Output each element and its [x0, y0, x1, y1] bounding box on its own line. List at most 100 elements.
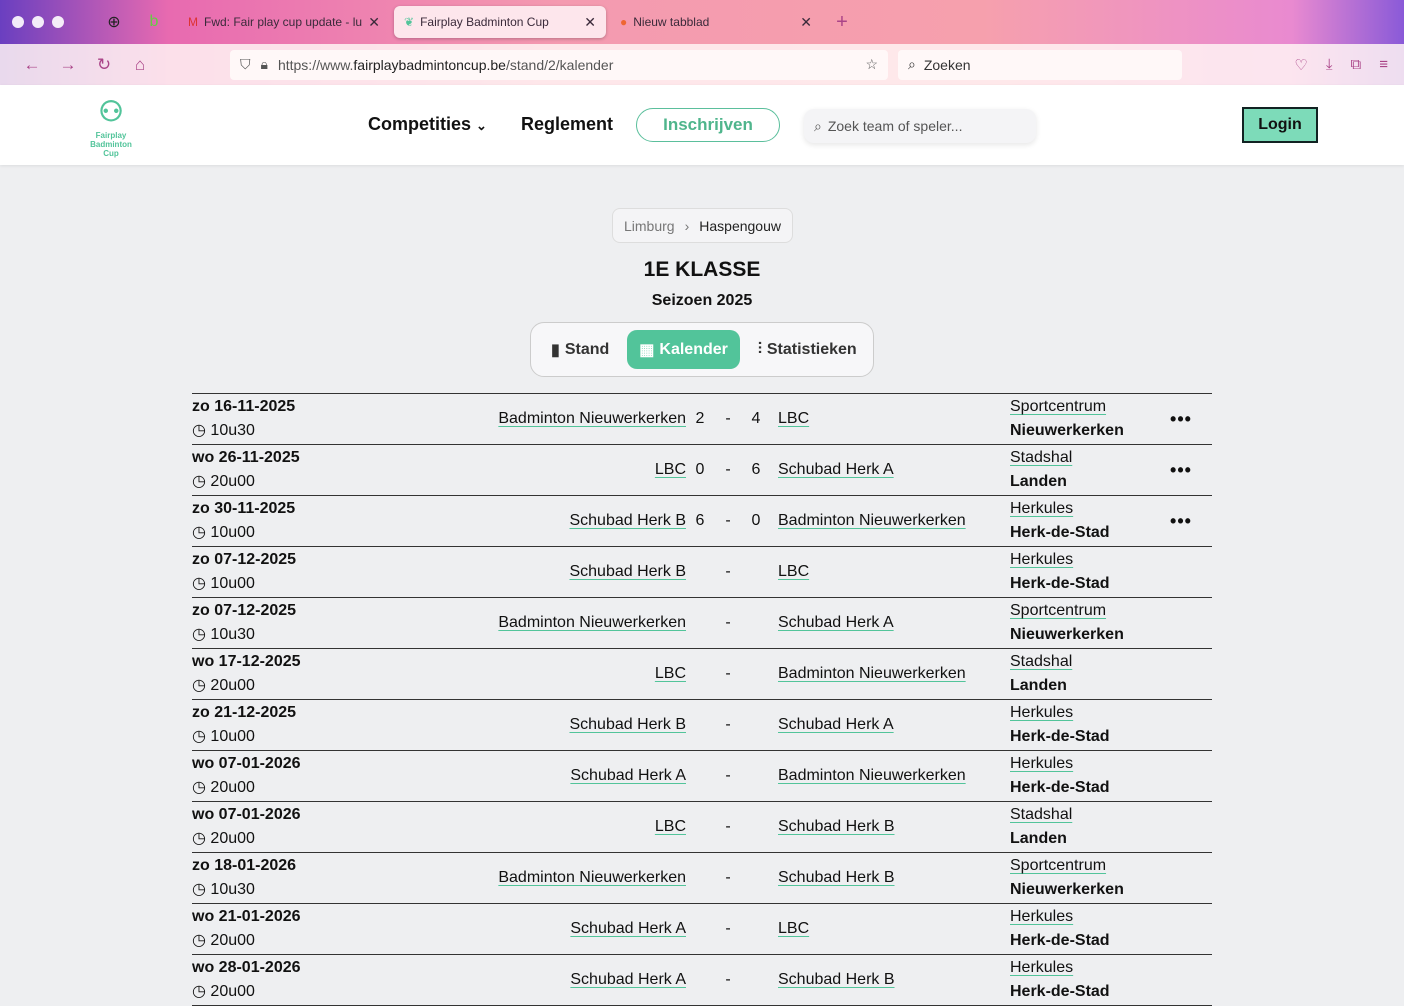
away-team-link[interactable]: Badminton Nieuwerkerken [778, 512, 966, 529]
menu-reglement[interactable]: Reglement [521, 114, 613, 135]
match-row: wo 26-11-2025 ◷ 20u00 LBC 0 - 6 Schubad H… [192, 444, 1212, 496]
match-time: 20u00 [210, 932, 255, 949]
home-icon[interactable]: ⌂ [122, 55, 158, 75]
url-bar[interactable]: ⛉ 🔒︎ https://www.fairplaybadmintoncup.be/s… [230, 49, 888, 80]
away-team-link[interactable]: Schubad Herk A [778, 716, 894, 733]
away-team-link[interactable]: Badminton Nieuwerkerken [778, 767, 966, 784]
more-options-icon[interactable]: ••• [1150, 496, 1212, 547]
venue-link[interactable]: Herkules [1010, 959, 1073, 976]
match-row: zo 16-11-2025 ◷ 10u30 Badminton Nieuwerke… [192, 393, 1212, 445]
tab-kalender[interactable]: ▦ Kalender [627, 330, 740, 369]
close-icon[interactable]: ✕ [800, 14, 812, 31]
login-button[interactable]: Login [1242, 107, 1318, 143]
home-team-link[interactable]: Badminton Nieuwerkerken [498, 614, 686, 631]
back-icon[interactable]: ← [14, 55, 50, 75]
match-row: wo 21-01-2026 ◷ 20u00 Schubad Herk A - LB… [192, 903, 1212, 955]
venue-link[interactable]: Herkules [1010, 755, 1073, 772]
venue-link[interactable]: Herkules [1010, 704, 1073, 721]
home-team-link[interactable]: Schubad Herk A [570, 767, 686, 784]
more-options-icon[interactable] [1150, 700, 1212, 751]
venue-city: Herk-de-Stad [1010, 779, 1110, 796]
venue-link[interactable]: Stadshal [1010, 806, 1072, 823]
tab-gmail[interactable]: M Fwd: Fair play cup update - luc ✕ [178, 6, 390, 38]
home-team-link[interactable]: LBC [655, 665, 686, 682]
score-separator: - [725, 920, 731, 937]
away-team-link[interactable]: Schubad Herk B [778, 818, 895, 835]
download-icon[interactable]: ⤓ [1326, 56, 1333, 74]
clock-icon: ◷ [192, 422, 206, 439]
close-icon[interactable]: ✕ [368, 14, 380, 31]
pocket-icon[interactable]: ♡ [1294, 56, 1307, 74]
signup-button[interactable]: Inschrijven [636, 108, 780, 142]
clock-icon: ◷ [192, 575, 206, 592]
away-score [742, 904, 770, 955]
away-score: 0 [751, 512, 761, 529]
more-options-icon[interactable]: ••• [1150, 445, 1212, 496]
close-icon[interactable]: ✕ [584, 14, 596, 31]
away-team-link[interactable]: Schubad Herk B [778, 971, 895, 988]
more-options-icon[interactable] [1150, 649, 1212, 700]
pinned-tab-icon[interactable]: b [134, 13, 174, 31]
away-team-link[interactable]: Badminton Nieuwerkerken [778, 665, 966, 682]
new-tab-icon[interactable]: + [822, 11, 862, 34]
home-team-link[interactable]: LBC [655, 461, 686, 478]
home-score: 0 [695, 461, 705, 478]
home-team-link[interactable]: Badminton Nieuwerkerken [498, 410, 686, 427]
home-score [686, 904, 714, 955]
browser-chrome: ⊕ b M Fwd: Fair play cup update - luc ✕ ❦ F… [0, 0, 1404, 85]
search-icon: ⌕ [908, 56, 916, 72]
venue-link[interactable]: Herkules [1010, 551, 1073, 568]
tab-statistieken[interactable]: ⫶ Statistieken [746, 330, 869, 369]
globe-icon[interactable]: ⊕ [94, 12, 134, 32]
tab-new[interactable]: ● Nieuw tabblad ✕ [610, 6, 822, 38]
away-team-link[interactable]: LBC [778, 920, 809, 937]
venue-link[interactable]: Stadshal [1010, 449, 1072, 466]
tab-stand[interactable]: ▮ Stand [539, 330, 621, 369]
more-options-icon[interactable] [1150, 853, 1212, 904]
more-options-icon[interactable]: ••• [1150, 394, 1212, 445]
venue-link[interactable]: Sportcentrum [1010, 398, 1106, 415]
reload-icon[interactable]: ↻ [86, 55, 122, 75]
more-options-icon[interactable] [1150, 802, 1212, 853]
away-team-link[interactable]: LBC [778, 410, 809, 427]
more-options-icon[interactable] [1150, 751, 1212, 802]
home-team-link[interactable]: Schubad Herk B [569, 512, 686, 529]
score-separator: - [725, 461, 731, 478]
logo[interactable]: ⚇ Fairplay Badminton Cup [84, 93, 138, 158]
forward-icon[interactable]: → [50, 55, 86, 75]
window-controls[interactable] [12, 16, 64, 28]
home-team-link[interactable]: Schubad Herk B [569, 563, 686, 580]
team-search-input[interactable]: ⌕ Zoek team of speler... [804, 109, 1036, 143]
match-time: 10u30 [210, 626, 255, 643]
more-options-icon[interactable] [1150, 598, 1212, 649]
match-row: zo 07-12-2025 ◷ 10u30 Badminton Nieuwerke… [192, 597, 1212, 649]
venue-link[interactable]: Stadshal [1010, 653, 1072, 670]
breadcrumb-limburg[interactable]: Limburg [624, 218, 675, 234]
more-options-icon[interactable] [1150, 547, 1212, 598]
home-team-link[interactable]: Schubad Herk A [570, 971, 686, 988]
away-team-link[interactable]: LBC [778, 563, 809, 580]
away-team-link[interactable]: Schubad Herk A [778, 614, 894, 631]
match-date: zo 30-11-2025 [192, 500, 296, 517]
away-team-link[interactable]: Schubad Herk B [778, 869, 895, 886]
tab-fairplay[interactable]: ❦ Fairplay Badminton Cup ✕ [394, 6, 606, 38]
home-score [686, 853, 714, 904]
browser-search[interactable]: ⌕ Zoeken [898, 49, 1182, 80]
menu-competities[interactable]: Competities ⌄ [368, 114, 487, 135]
venue-link[interactable]: Herkules [1010, 500, 1073, 517]
home-team-link[interactable]: LBC [655, 818, 686, 835]
star-icon[interactable]: ☆ [865, 56, 878, 73]
home-team-link[interactable]: Schubad Herk A [570, 920, 686, 937]
menu-icon[interactable]: ≡ [1379, 56, 1388, 74]
venue-link[interactable]: Sportcentrum [1010, 602, 1106, 619]
venue-link[interactable]: Herkules [1010, 908, 1073, 925]
more-options-icon[interactable] [1150, 904, 1212, 955]
home-team-link[interactable]: Badminton Nieuwerkerken [498, 869, 686, 886]
extensions-icon[interactable]: ⧉ [1351, 56, 1362, 74]
venue-link[interactable]: Sportcentrum [1010, 857, 1106, 874]
away-score: 4 [751, 410, 761, 427]
away-team-link[interactable]: Schubad Herk A [778, 461, 894, 478]
venue-city: Nieuwerkerken [1010, 626, 1124, 643]
home-team-link[interactable]: Schubad Herk B [569, 716, 686, 733]
more-options-icon[interactable] [1150, 955, 1212, 1006]
